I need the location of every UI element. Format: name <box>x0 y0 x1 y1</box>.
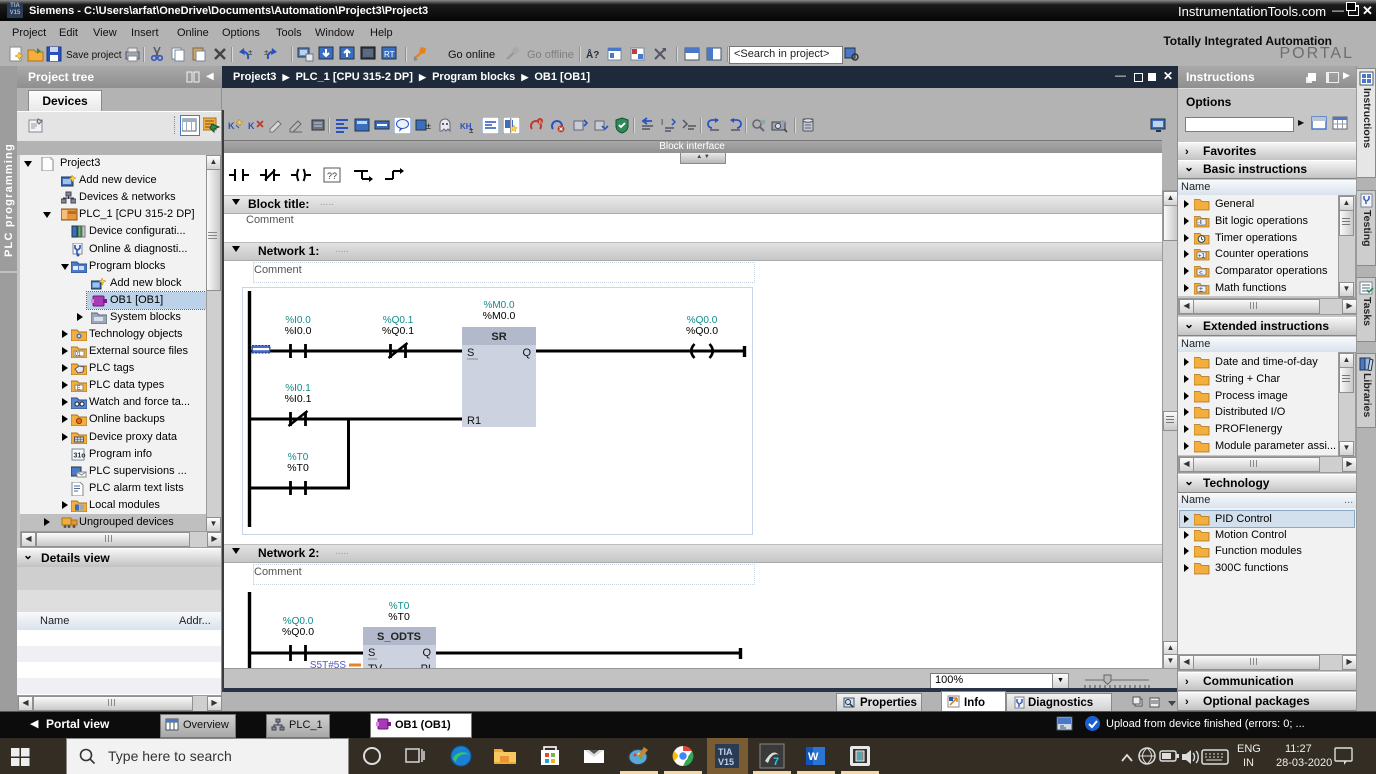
svg-text:R1: R1 <box>467 415 481 427</box>
svg-text:-‖: -‖ <box>1198 220 1202 226</box>
svg-text:S: S <box>467 347 474 359</box>
svg-text:%Q0.0: %Q0.0 <box>686 325 718 337</box>
svg-text:01: 01 <box>75 352 81 358</box>
svg-text:V15: V15 <box>718 757 734 767</box>
svg-text:±: ± <box>248 48 253 57</box>
svg-text:K: K <box>228 121 235 131</box>
svg-text:%Q0.1: %Q0.1 <box>382 325 414 337</box>
svg-text:%I0.0: %I0.0 <box>285 325 312 337</box>
svg-text:W: W <box>808 751 819 763</box>
svg-text:S: S <box>368 647 375 659</box>
svg-text:SR: SR <box>491 331 506 343</box>
svg-text:<: < <box>1199 270 1203 276</box>
svg-text:S_ODTS: S_ODTS <box>377 631 421 643</box>
svg-text:%Q0.0: %Q0.0 <box>282 626 314 638</box>
svg-text:%M0.0: %M0.0 <box>483 310 516 322</box>
svg-text:RT: RT <box>384 50 395 59</box>
svg-text:%T0: %T0 <box>388 611 410 623</box>
svg-text:Q: Q <box>522 347 531 359</box>
svg-text:??: ?? <box>327 171 337 181</box>
svg-text:±: ± <box>1199 287 1203 294</box>
svg-text:I: I <box>661 118 663 127</box>
svg-text:K: K <box>248 121 255 131</box>
svg-text:TIA: TIA <box>718 747 733 757</box>
svg-text:31o: 31o <box>74 453 86 460</box>
svg-text:%I0.1: %I0.1 <box>285 393 312 405</box>
svg-text:±: ± <box>469 126 474 134</box>
svg-text:Å?: Å? <box>586 48 599 61</box>
svg-text:Q: Q <box>422 647 431 659</box>
svg-text:%T0: %T0 <box>287 462 309 474</box>
svg-text:±: ± <box>264 48 269 57</box>
svg-text:o: o <box>539 120 542 126</box>
svg-text:7: 7 <box>773 756 779 768</box>
svg-text:±: ± <box>426 121 431 131</box>
svg-text:S5T#5S: S5T#5S <box>310 660 346 668</box>
svg-text:+1: +1 <box>1198 253 1206 259</box>
